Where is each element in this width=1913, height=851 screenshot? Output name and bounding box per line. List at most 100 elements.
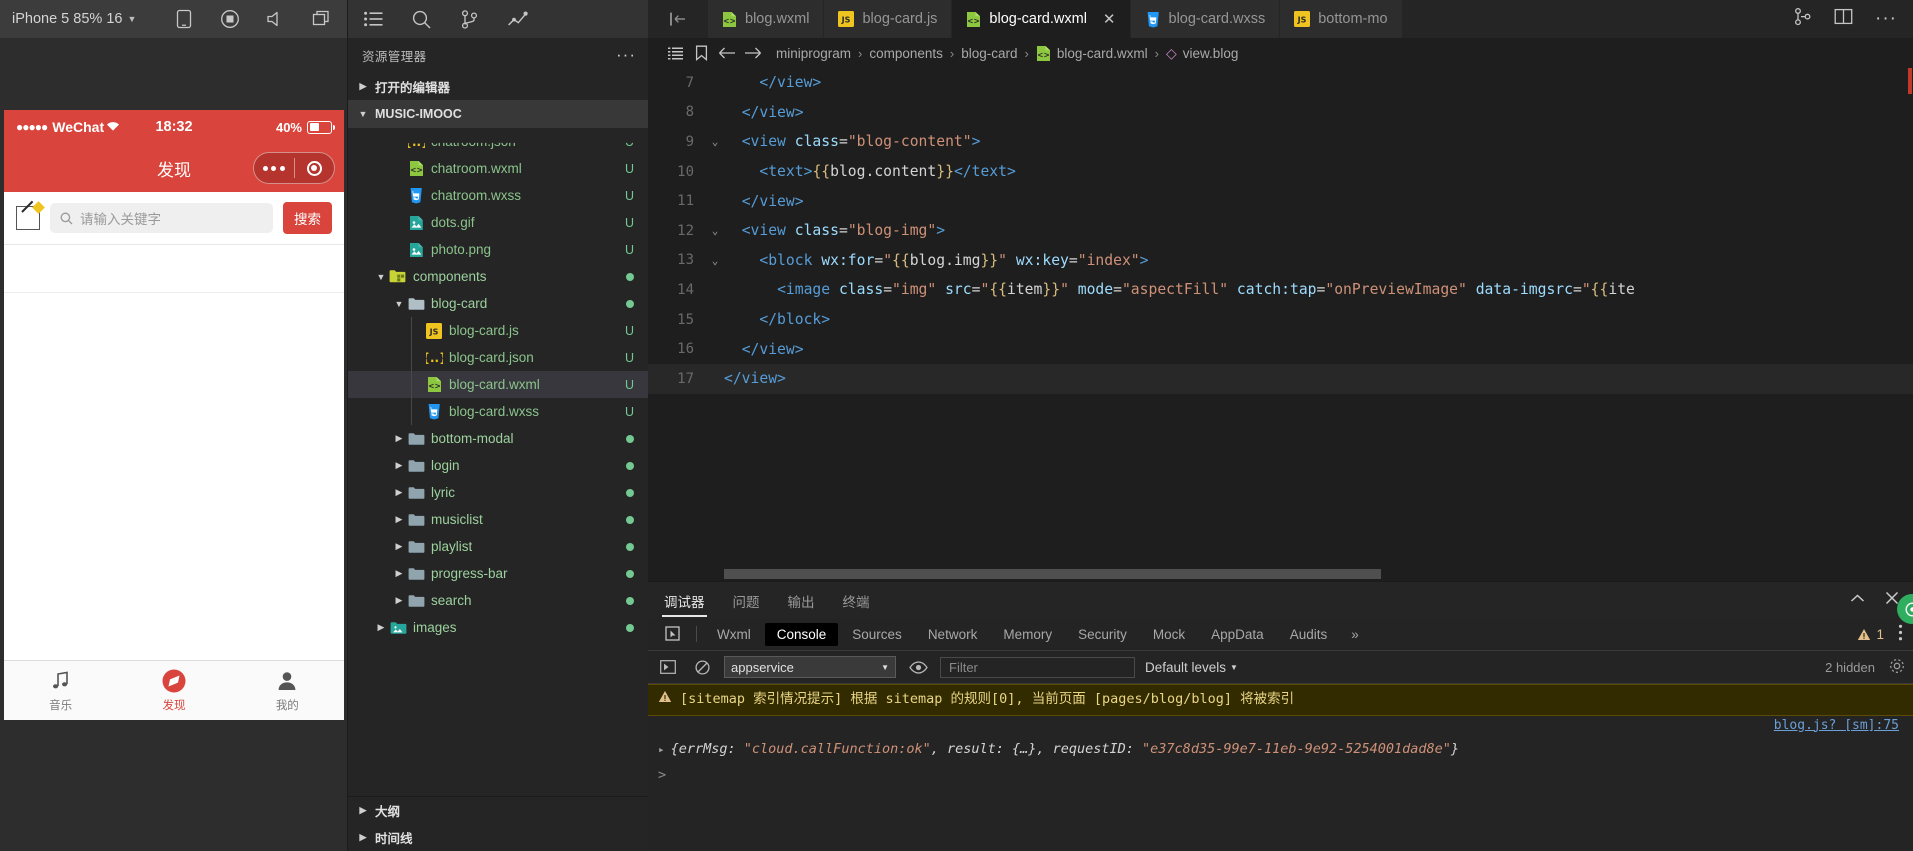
list-icon[interactable] (362, 8, 384, 30)
tree-folder-login[interactable]: ▶ login (348, 452, 648, 479)
chevron-up-icon[interactable] (1850, 591, 1865, 609)
devtools-tab-wxml[interactable]: Wxml (705, 623, 763, 646)
volume-icon[interactable] (266, 9, 286, 29)
console-object-message[interactable]: ▸ {errMsg: "cloud.callFunction:ok", resul… (648, 736, 1913, 762)
devtools-tab-audits[interactable]: Audits (1278, 623, 1340, 646)
tree-file-blog-card-js[interactable]: JS blog-card.js U (348, 317, 648, 344)
tree-folder-blog-card[interactable]: ▼ blog-card (348, 290, 648, 317)
debug-icon[interactable] (506, 8, 528, 30)
breadcrumb-segment-miniprogram[interactable]: miniprogram (772, 46, 855, 61)
editor-tab-bottom-mo[interactable]: JS bottom-mo (1280, 0, 1403, 38)
breadcrumb-segment-blog-card[interactable]: blog-card (957, 46, 1021, 61)
panel-tab-调试器[interactable]: 调试器 (662, 584, 707, 617)
tree-folder-playlist[interactable]: ▶ playlist (348, 533, 648, 560)
forward-arrow-icon[interactable] (740, 46, 766, 60)
code-line[interactable]: 9 ⌄ <view class="blog-content"> (648, 127, 1913, 157)
console-filter-input[interactable]: Filter (940, 656, 1135, 678)
inspect-element-icon[interactable] (658, 626, 688, 642)
editor-tab-blog-wxml[interactable]: <> blog.wxml (708, 0, 825, 38)
windows-icon[interactable] (312, 9, 332, 29)
close-circle-icon[interactable] (295, 160, 335, 176)
tree-file-photo-png[interactable]: photo.png U (348, 236, 648, 263)
warning-count-badge[interactable]: 1 (1857, 627, 1884, 642)
tree-file-blog-card-json[interactable]: {..} blog-card.json U (348, 344, 648, 371)
search-input[interactable]: 请输入关键字 (50, 203, 273, 233)
code-line[interactable]: 10 <text>{{blog.content}}</text> (648, 157, 1913, 187)
code-line[interactable]: 17 </view> (648, 363, 1913, 394)
code-line[interactable]: 14 <image class="img" src="{{item}}" mod… (648, 275, 1913, 305)
tree-file-blog-card-wxss[interactable]: blog-card.wxss U (348, 398, 648, 425)
devtools-tab-security[interactable]: Security (1066, 623, 1139, 646)
section-timeline[interactable]: ▶ 时间线 (348, 824, 648, 851)
record-icon[interactable] (220, 9, 240, 29)
clear-console-icon[interactable] (690, 659, 714, 675)
tree-folder-progress-bar[interactable]: ▶ progress-bar (348, 560, 648, 587)
execute-context-icon[interactable] (656, 660, 680, 674)
devtools-tab-sources[interactable]: Sources (840, 623, 914, 646)
expand-arrow-icon[interactable]: ▸ (658, 739, 665, 759)
tree-folder-components[interactable]: ▼ components (348, 263, 648, 290)
file-tree[interactable]: {..} chatroom.json U <> chatroom.wxml Uchatro… (348, 128, 648, 796)
code-line[interactable]: 11 </view> (648, 186, 1913, 216)
devtools-tab-network[interactable]: Network (916, 623, 990, 646)
tree-file-chatroom-wxml[interactable]: <> chatroom.wxml U (348, 155, 648, 182)
tree-file-chatroom-json[interactable]: {..} chatroom.json U (348, 143, 648, 155)
editor-overview-ruler[interactable] (1899, 68, 1913, 581)
devtools-overflow-button[interactable]: » (1339, 623, 1371, 646)
eye-icon[interactable] (906, 660, 930, 674)
section-project[interactable]: ▼ MUSIC-IMOOC (348, 100, 648, 128)
collapse-tabs-icon[interactable] (648, 0, 708, 38)
code-editor[interactable]: 7 </view> 8 </view> 9 ⌄ <view class="blog-c… (648, 68, 1913, 581)
editor-tab-blog-card-wxml[interactable]: <> blog-card.wxml ✕ (952, 0, 1131, 38)
source-control-icon[interactable] (458, 8, 480, 30)
split-vertical-icon[interactable] (1794, 7, 1812, 31)
tree-file-chatroom-wxss[interactable]: chatroom.wxss U (348, 182, 648, 209)
outline-icon[interactable] (662, 47, 688, 60)
code-line[interactable]: 15 </block> (648, 305, 1913, 335)
breadcrumb-segment-view-blog[interactable]: ◇ view.blog (1162, 45, 1242, 62)
fold-chevron-icon[interactable]: ⌄ (706, 135, 724, 148)
console-source-link[interactable]: blog.js? [sm]:75 (648, 716, 1913, 736)
more-dots-icon[interactable] (254, 165, 294, 171)
code-line[interactable]: 16 </view> (648, 334, 1913, 364)
close-tab-icon[interactable]: ✕ (1103, 10, 1116, 28)
search-icon[interactable] (410, 8, 432, 30)
console-context-select[interactable]: appservice ▼ (724, 656, 896, 678)
bookmark-icon[interactable] (688, 45, 714, 61)
phone-icon[interactable] (174, 9, 194, 29)
tree-folder-search[interactable]: ▶ search (348, 587, 648, 614)
devtools-tab-console[interactable]: Console (764, 622, 839, 646)
breadcrumb-segment-blog-card-wxml[interactable]: <> blog-card.wxml (1032, 45, 1152, 62)
settings-gear-icon[interactable] (1889, 658, 1905, 677)
devtools-tab-appdata[interactable]: AppData (1199, 623, 1276, 646)
console-output[interactable]: [sitemap 索引情况提示] 根据 sitemap 的规则[0], 当前页面… (648, 684, 1913, 851)
back-arrow-icon[interactable] (714, 46, 740, 60)
wechat-capsule-button[interactable] (253, 152, 335, 184)
section-outline[interactable]: ▶ 大纲 (348, 797, 648, 824)
kebab-menu-icon[interactable] (1898, 624, 1903, 644)
tree-folder-bottom-modal[interactable]: ▶ bottom-modal (348, 425, 648, 452)
explorer-more-icon[interactable]: ··· (616, 46, 636, 63)
code-line[interactable]: 8 </view> (648, 98, 1913, 128)
tabbar-item-mine[interactable]: 我的 (231, 668, 344, 713)
tabbar-item-discover[interactable]: 发现 (117, 668, 230, 713)
devtools-tab-mock[interactable]: Mock (1141, 623, 1197, 646)
console-levels-select[interactable]: Default levels ▼ (1145, 660, 1238, 675)
tree-folder-lyric[interactable]: ▶ lyric (348, 479, 648, 506)
compose-icon[interactable] (16, 206, 40, 230)
editor-tab-blog-card-wxss[interactable]: blog-card.wxss (1130, 0, 1281, 38)
panel-tab-问题[interactable]: 问题 (731, 584, 762, 617)
fold-chevron-icon[interactable]: ⌄ (706, 224, 724, 237)
code-line[interactable]: 13 ⌄ <block wx:for="{{blog.img}}" wx:key=… (648, 246, 1913, 276)
tree-folder-images[interactable]: ▶ images (348, 614, 648, 641)
section-open-editors[interactable]: ▶ 打开的编辑器 (348, 72, 648, 100)
devtools-tab-memory[interactable]: Memory (991, 623, 1064, 646)
device-selector[interactable]: iPhone 5 85% 16 ▼ (12, 11, 136, 27)
editor-horizontal-scrollbar[interactable] (724, 569, 1663, 579)
panel-tab-终端[interactable]: 终端 (841, 584, 872, 617)
editor-tab-blog-card-js[interactable]: JS blog-card.js (824, 0, 953, 38)
code-line[interactable]: 12 ⌄ <view class="blog-img"> (648, 216, 1913, 246)
search-button[interactable]: 搜索 (283, 202, 332, 234)
tabbar-item-music[interactable]: 音乐 (4, 668, 117, 713)
tree-folder-musiclist[interactable]: ▶ musiclist (348, 506, 648, 533)
